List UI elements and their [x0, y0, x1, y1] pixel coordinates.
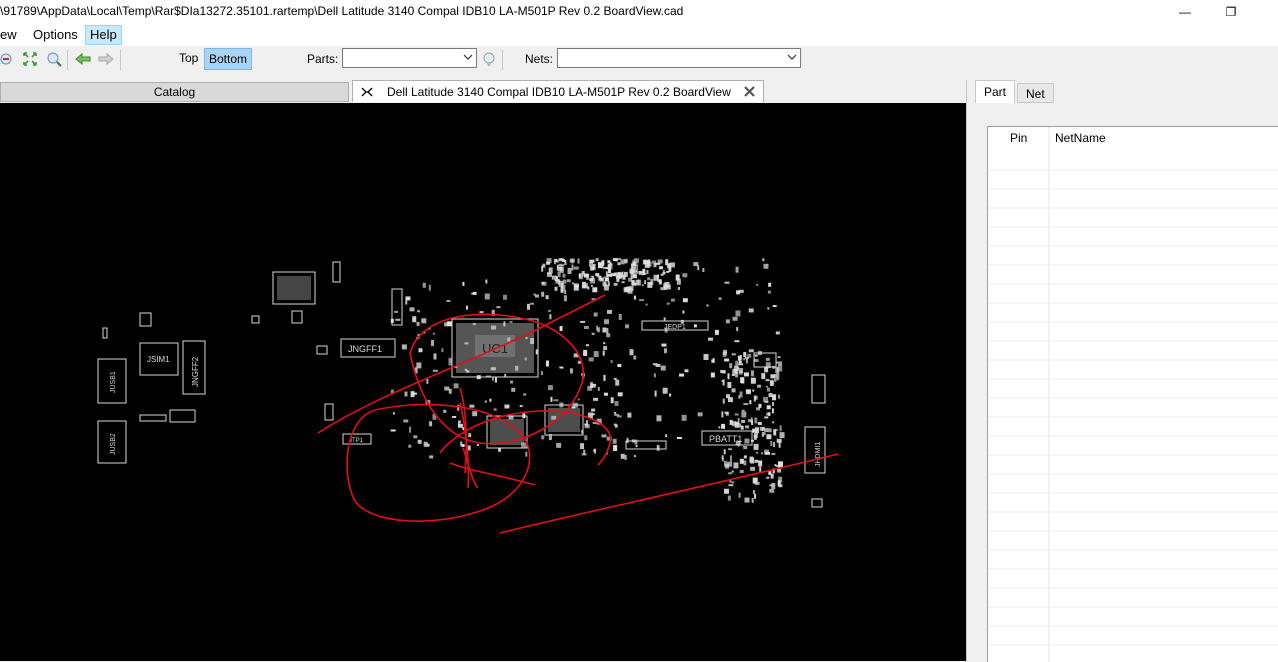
chevron-down-icon: [787, 54, 797, 60]
close-tab-icon[interactable]: [743, 85, 756, 98]
top-side-button[interactable]: Top: [175, 48, 202, 68]
tab-catalog[interactable]: Catalog: [0, 82, 349, 102]
chevron-down-icon: [463, 54, 473, 60]
maximize-icon: ❐: [1225, 5, 1237, 19]
bottom-side-button[interactable]: Bottom: [204, 48, 253, 70]
board-canvas[interactable]: UC1 JNGFF1 JSIM1 JNGFF2 JUSB1 JUSB2 JEDP…: [0, 103, 966, 661]
nets-combo[interactable]: [557, 48, 801, 68]
menu-options[interactable]: Options: [29, 26, 82, 44]
tab-net[interactable]: Net: [1017, 83, 1054, 103]
zoom-out-icon[interactable]: [0, 51, 16, 67]
forward-arrow-icon[interactable]: [98, 51, 114, 67]
window-title: \91789\AppData\Local\Temp\Rar$DIa13272.3…: [0, 4, 684, 18]
label-jedp1: JEDP1: [664, 324, 686, 331]
label-pbatt1: PBATT1: [709, 434, 742, 444]
menu-view[interactable]: ew: [0, 26, 21, 44]
maximize-button[interactable]: ❐: [1208, 0, 1254, 24]
pin-net-grid[interactable]: Pin NetName: [987, 126, 1278, 662]
pcb-board-view[interactable]: UC1 JNGFF1 JSIM1 JNGFF2 JUSB1 JUSB2 JEDP…: [0, 103, 966, 661]
search-part-icon[interactable]: [481, 51, 497, 67]
toolbar-separator: [67, 50, 68, 70]
parts-combo[interactable]: [342, 48, 477, 68]
zoom-in-icon[interactable]: [46, 51, 62, 67]
document-area: Catalog Dell Latitude 3140 Compal IDB10 …: [0, 80, 966, 661]
properties-panel: Part Net Pin NetName: [966, 80, 1278, 662]
pin-tab-icon[interactable]: [361, 87, 373, 97]
title-bar: \91789\AppData\Local\Temp\Rar$DIa13272.3…: [0, 0, 1278, 24]
toolbar-separator: [120, 50, 121, 70]
tab-part[interactable]: Part: [975, 80, 1016, 103]
fit-view-icon[interactable]: [22, 51, 38, 67]
grid-lines: [988, 127, 1278, 662]
part-small[interactable]: [169, 409, 196, 423]
toolbar-separator: [502, 50, 503, 70]
label-jusb2: JUSB2: [110, 433, 117, 455]
red-annotation: [317, 294, 839, 534]
nets-label: Nets:: [525, 52, 554, 66]
menu-help[interactable]: Help: [85, 25, 122, 45]
minimize-button[interactable]: —: [1162, 0, 1208, 24]
parts-label: Parts:: [307, 52, 339, 66]
back-arrow-icon[interactable]: [75, 51, 91, 67]
menu-bar: ew Options Help: [0, 24, 1278, 46]
label-jngff2: JNGFF2: [191, 356, 200, 387]
tab-boardview-label: Dell Latitude 3140 Compal IDB10 LA-M501P…: [387, 85, 731, 99]
label-jsim1: JSIM1: [147, 355, 170, 364]
label-jusb1: JUSB1: [110, 371, 117, 393]
minimize-icon: —: [1179, 5, 1191, 19]
label-jngff1: JNGFF1: [348, 344, 382, 354]
toolbar: Top Bottom Parts: Nets:: [0, 46, 1278, 74]
tab-boardview[interactable]: Dell Latitude 3140 Compal IDB10 LA-M501P…: [352, 80, 764, 102]
label-jhdmi1: JHDMI1: [815, 442, 822, 467]
